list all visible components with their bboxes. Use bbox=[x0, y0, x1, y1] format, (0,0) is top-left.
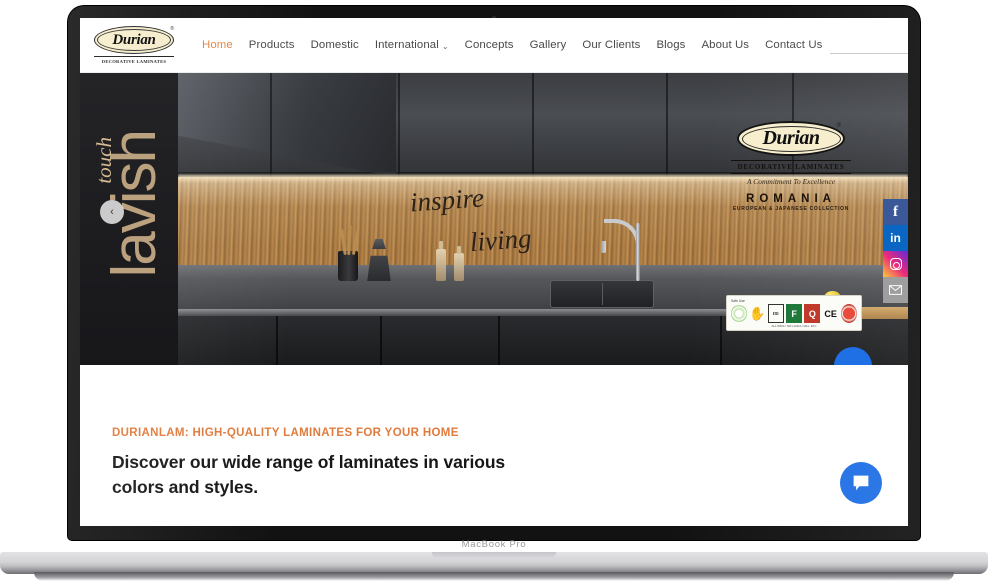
nav-item-about-us[interactable]: About Us bbox=[693, 39, 757, 51]
red-seal-certification-icon bbox=[840, 304, 858, 323]
nav-label: Domestic bbox=[310, 39, 359, 51]
chevron-down-icon: ⌄ bbox=[441, 41, 449, 51]
nav-item-domestic[interactable]: Domestic bbox=[303, 39, 367, 51]
logo-wordmark: Durian bbox=[112, 31, 156, 48]
nav-item-contact-us[interactable]: Contact Us bbox=[757, 39, 830, 51]
promo-heading: Discover our wide range of laminates in … bbox=[112, 452, 506, 497]
nav-item-our-clients[interactable]: Our Clients bbox=[574, 39, 648, 51]
nav-label: Blogs bbox=[656, 39, 686, 51]
nav-label: Contact Us bbox=[765, 39, 823, 51]
macbook-lid: Durian ® DECORATIVE LAMINATES Home Produ… bbox=[68, 6, 920, 540]
isi-certification-icon: ISI bbox=[767, 304, 784, 323]
search-input[interactable] bbox=[830, 36, 908, 54]
certification-row: ✋ ISI F Q CE bbox=[731, 304, 858, 323]
hero-brand-badge: Durian ® DECORATIVE LAMINATES A Commitme… bbox=[731, 121, 851, 212]
social-media-rail: f in bbox=[883, 199, 908, 303]
macbook-model-label: MacBook Pro bbox=[461, 539, 527, 550]
promo-kicker: DURIANLAM: HIGH-QUALITY LAMINATES FOR YO… bbox=[112, 427, 459, 439]
promo-section: DURIANLAM: HIGH-QUALITY LAMINATES FOR YO… bbox=[80, 365, 908, 526]
brand-badge-wordmark: Durian bbox=[762, 127, 820, 149]
email-icon[interactable] bbox=[883, 277, 908, 303]
nav-item-gallery[interactable]: Gallery bbox=[522, 39, 575, 51]
nav-label: Gallery bbox=[529, 39, 567, 51]
brand-badge-country: ROMANIA bbox=[746, 193, 836, 205]
faucet-stem bbox=[636, 223, 640, 281]
facebook-icon[interactable]: f bbox=[883, 199, 908, 225]
green-hand-eco-icon: ✋ bbox=[749, 305, 766, 321]
nav-item-concepts[interactable]: Concepts bbox=[457, 39, 522, 51]
screenshot-stage: Durian ® DECORATIVE LAMINATES Home Produ… bbox=[0, 0, 988, 586]
carousel-prev-button[interactable]: ‹ bbox=[100, 200, 124, 224]
utensil-jar bbox=[338, 251, 358, 281]
certification-top-note: Safe Use bbox=[731, 299, 745, 303]
browser-screen: Durian ® DECORATIVE LAMINATES Home Produ… bbox=[80, 18, 908, 526]
linkedin-icon[interactable]: in bbox=[883, 225, 908, 251]
hero-text-inspire: inspire bbox=[409, 182, 485, 218]
kitchen-sink bbox=[550, 280, 654, 308]
bottle bbox=[454, 253, 464, 281]
registered-trademark-icon: ® bbox=[836, 123, 841, 129]
site-header: Durian ® DECORATIVE LAMINATES Home Produ… bbox=[80, 18, 908, 73]
nav-label: Products bbox=[248, 39, 295, 51]
hero-carousel: lavish touch inspire living Durian ® DEC… bbox=[80, 73, 908, 365]
quality-mark-icon: Q bbox=[804, 304, 821, 323]
site-logo[interactable]: Durian ® DECORATIVE LAMINATES bbox=[94, 26, 178, 64]
bottle bbox=[436, 249, 446, 281]
nav-label: Home bbox=[202, 39, 233, 51]
instagram-icon[interactable] bbox=[883, 251, 908, 277]
nav-item-blogs[interactable]: Blogs bbox=[648, 39, 693, 51]
ce-marking-icon: CE bbox=[824, 308, 837, 319]
brand-badge-collection: EUROPEAN & JAPANESE COLLECTION bbox=[732, 206, 850, 212]
nav-item-home[interactable]: Home bbox=[194, 39, 241, 51]
registered-trademark-icon: ® bbox=[170, 26, 174, 33]
certification-bottom-note: ALL INDIA / SRI LANKA / MAL. ETC bbox=[771, 324, 817, 328]
macbook-base bbox=[0, 552, 988, 574]
brand-badge-tagline: A Commitment To Excellence bbox=[746, 177, 836, 186]
brand-badge-subtitle: DECORATIVE LAMINATES bbox=[731, 160, 851, 174]
logo-oval: Durian ® bbox=[94, 26, 174, 55]
nav-label: Concepts bbox=[464, 39, 514, 51]
nav-item-international[interactable]: International ⌄ bbox=[367, 39, 457, 51]
fsc-certification-icon: F bbox=[785, 304, 803, 323]
nav-label: International bbox=[374, 39, 439, 51]
nav-label: About Us bbox=[701, 39, 750, 51]
nav-item-products[interactable]: Products bbox=[241, 39, 303, 51]
nav-label: Our Clients bbox=[582, 39, 641, 51]
faucet-tip bbox=[601, 241, 606, 253]
logo-subtitle: DECORATIVE LAMINATES bbox=[94, 56, 174, 64]
greenguard-certificate-icon bbox=[731, 304, 748, 323]
macbook-base-notch bbox=[432, 552, 556, 559]
chat-button[interactable] bbox=[840, 462, 882, 504]
chat-bubble-icon bbox=[853, 475, 869, 491]
hero-text-living: living bbox=[468, 222, 533, 258]
search-box bbox=[830, 36, 908, 54]
brand-badge-oval: Durian ® bbox=[737, 121, 845, 156]
macbook-base-shadow bbox=[34, 572, 954, 581]
main-navigation: Home Products Domestic International ⌄ C… bbox=[194, 39, 830, 51]
certification-strip: Safe Use ✋ ISI F Q CE ALL INDIA / SRI LA… bbox=[726, 295, 862, 331]
hero-text-touch: touch bbox=[92, 137, 116, 184]
